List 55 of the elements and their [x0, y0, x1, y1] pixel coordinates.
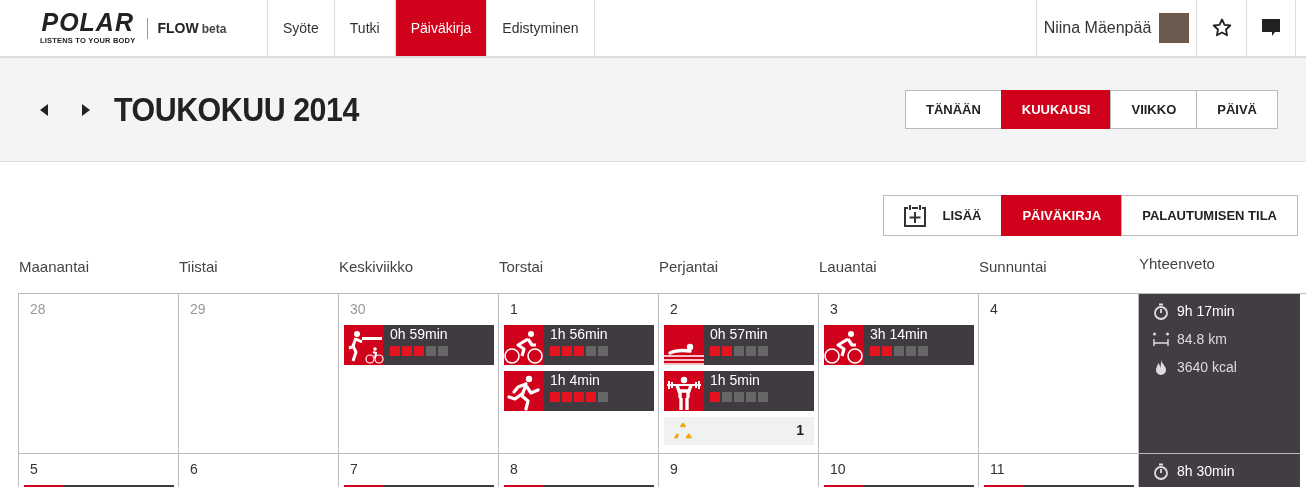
day-number: 11: [990, 460, 1005, 477]
summary-value: 3640 kcal: [1177, 358, 1237, 377]
summary-heading: Yhteenveto: [1139, 255, 1215, 272]
weekday-label: Maanantai: [19, 258, 90, 275]
training-session[interactable]: 0h 59min: [344, 324, 494, 365]
summary-value: 8h 30min: [1177, 462, 1235, 481]
nav-tab[interactable]: Tutki: [334, 0, 396, 56]
day-number: 29: [190, 300, 206, 317]
nav-tab[interactable]: Päiväkirja: [395, 0, 488, 56]
view-button[interactable]: TÄNÄÄN: [904, 90, 1002, 129]
nav-tab[interactable]: Edistyminen: [487, 0, 595, 56]
training-session[interactable]: 0h 57min: [664, 324, 814, 365]
day-number: 3: [830, 300, 838, 317]
training-session[interactable]: 3h 14min: [824, 324, 974, 365]
day-number: 6: [190, 460, 198, 477]
mode-button[interactable]: PALAUTUMISEN TILA: [1121, 195, 1298, 236]
weekday-label: Tiistai: [179, 258, 218, 275]
session-duration: 1h 5min: [709, 370, 761, 388]
training-session[interactable]: 1h 5min: [664, 370, 814, 411]
product-name: FLOW: [157, 18, 199, 38]
day-number: 28: [30, 300, 46, 317]
day-number: 7: [350, 460, 358, 477]
month-title: TOUKOKUU 2014: [114, 89, 359, 130]
recovery-indicator[interactable]: 1: [664, 416, 814, 445]
training-session[interactable]: 1h 56min: [504, 324, 654, 365]
day-number: 4: [990, 300, 998, 317]
mode-button[interactable]: PÄIVÄKIRJA: [1001, 195, 1123, 236]
weekday-label: Sunnuntai: [979, 258, 1047, 275]
summary-value: 9h 17min: [1177, 302, 1235, 321]
weekday-label: Torstai: [499, 258, 544, 275]
training-session[interactable]: 1h 4min: [504, 370, 654, 411]
view-button[interactable]: PÄIVÄ: [1196, 90, 1278, 129]
day-number: 2: [670, 300, 678, 317]
day-number: 5: [30, 460, 38, 477]
weekday-label: Perjantai: [659, 258, 719, 275]
weekday-label: Lauantai: [819, 258, 877, 275]
day-number: 30: [350, 300, 366, 317]
view-button[interactable]: KUUKAUSI: [1000, 90, 1112, 129]
mode-button[interactable]: LISÄÄ: [883, 195, 1003, 236]
view-button[interactable]: VIIKKO: [1110, 90, 1198, 129]
day-number: 10: [830, 460, 846, 477]
beta-label: beta: [201, 20, 227, 38]
nav-tab[interactable]: Syöte: [267, 0, 335, 56]
session-duration: 0h 59min: [389, 324, 448, 342]
day-number: 8: [510, 460, 518, 477]
summary-value: 84.8 km: [1177, 330, 1227, 349]
session-duration: 1h 56min: [549, 324, 608, 342]
session-duration: 0h 57min: [709, 324, 768, 342]
session-duration: 1h 4min: [549, 370, 601, 388]
weekday-label: Keskiviikko: [339, 258, 414, 275]
logo-text: POLAR: [41, 9, 134, 35]
day-number: 1: [510, 300, 518, 317]
session-duration: 3h 14min: [869, 324, 928, 342]
day-number: 9: [670, 460, 678, 477]
user-name[interactable]: Niina Mäenpää: [1043, 16, 1152, 40]
